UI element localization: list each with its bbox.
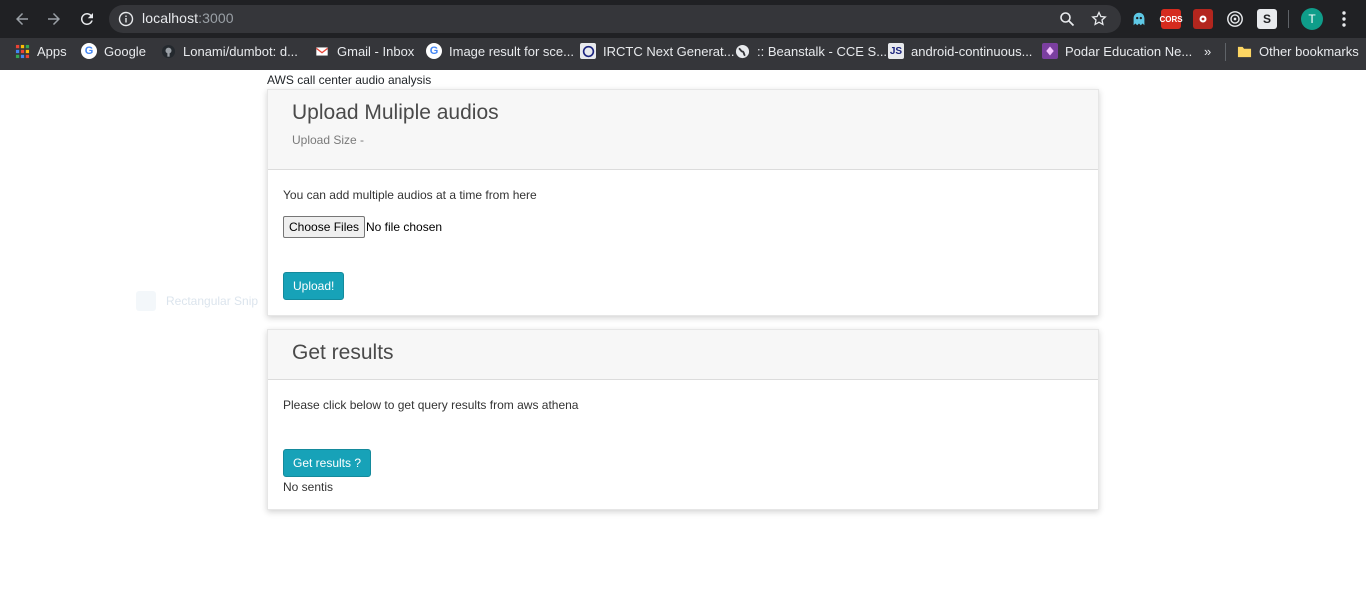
toolbar-divider <box>1288 10 1289 28</box>
bookmark-label: android-continuous... <box>911 43 1033 59</box>
choose-files-button[interactable]: Choose Files <box>283 216 366 238</box>
back-button[interactable] <box>11 8 33 30</box>
browser-toolbar: localhost:3000 CORS S T <box>0 0 1366 38</box>
s-extension-icon[interactable]: S <box>1257 9 1277 29</box>
gmail-icon <box>314 43 330 59</box>
results-output-text: No sentis <box>283 480 334 494</box>
puzzle-extension-icon[interactable] <box>1193 9 1213 29</box>
get-results-button[interactable]: Get results ? <box>283 449 372 477</box>
results-card-title: Get results <box>292 341 394 364</box>
bookmark-lonami-dumbot[interactable]: Lonami/dumbot: d... <box>160 38 298 64</box>
bookmark-other[interactable]: Other bookmarks <box>1236 38 1359 64</box>
bookmark-podar[interactable]: Podar Education Ne... <box>1042 38 1192 64</box>
google-icon: G <box>426 43 442 59</box>
folder-icon <box>1236 43 1252 59</box>
snip-label: Rectangular Snip <box>166 294 259 308</box>
upload-card-header: Upload Muliple audios Upload Size - <box>268 90 1098 170</box>
zoom-icon[interactable] <box>1059 11 1075 27</box>
url-text[interactable]: localhost:3000 <box>142 10 234 26</box>
ghost-extension-icon[interactable] <box>1129 9 1149 29</box>
upload-button[interactable]: Upload! <box>283 272 345 300</box>
bookmark-label: Other bookmarks <box>1259 43 1359 59</box>
upload-size-label: Upload Size - <box>292 133 365 147</box>
bookmark-apps[interactable]: Apps <box>14 38 67 64</box>
bookmark-label: :: Beanstalk - CCE S... <box>757 43 888 59</box>
upload-description: You can add multiple audios at a time fr… <box>283 188 537 202</box>
globe-icon <box>734 43 750 59</box>
bookmark-label: IRCTC Next Generat... <box>603 43 735 59</box>
app-title: AWS call center audio analysis <box>267 73 432 87</box>
target-extension-icon[interactable] <box>1225 9 1245 29</box>
arrow-left-icon <box>16 13 28 25</box>
forward-button[interactable] <box>43 8 65 30</box>
bookmarks-overflow-button[interactable]: » <box>1204 38 1211 64</box>
github-icon <box>160 43 176 59</box>
file-status-text: No file chosen <box>366 220 443 234</box>
site-icon: JS <box>888 43 904 59</box>
bookmark-android-continuous[interactable]: JS android-continuous... <box>888 38 1032 64</box>
apps-grid-icon <box>14 43 30 59</box>
upload-card: Upload Muliple audios Upload Size - You … <box>267 89 1099 316</box>
reload-button[interactable] <box>76 8 98 30</box>
snip-icon <box>136 291 156 311</box>
results-card-header: Get results <box>268 330 1098 380</box>
kebab-menu-icon[interactable] <box>1336 9 1352 29</box>
results-card-body: Please click below to get query results … <box>268 380 1098 510</box>
bookmark-label: Podar Education Ne... <box>1065 43 1193 59</box>
bookmark-irctc[interactable]: IRCTC Next Generat... <box>580 38 734 64</box>
results-description: Please click below to get query results … <box>283 398 579 412</box>
bookmark-image-result[interactable]: G Image result for sce... <box>426 38 574 64</box>
info-icon[interactable] <box>118 11 134 27</box>
bookmark-beanstalk[interactable]: :: Beanstalk - CCE S... <box>734 38 887 64</box>
snip-tool-ghost: Rectangular Snip <box>136 290 266 312</box>
profile-avatar[interactable]: T <box>1301 8 1323 30</box>
reload-icon <box>80 12 93 25</box>
bookmark-gmail[interactable]: Gmail - Inbox <box>314 38 414 64</box>
results-card: Get results Please click below to get qu… <box>267 329 1099 510</box>
bookmark-label: Gmail - Inbox <box>337 43 415 59</box>
bookmarks-divider <box>1225 43 1226 61</box>
bookmark-label: Lonami/dumbot: d... <box>183 43 298 59</box>
star-icon[interactable] <box>1091 11 1107 27</box>
bookmark-label: Google <box>104 43 146 59</box>
bookmarks-bar: Apps G Google Lonami/dumbot: d... Gmail … <box>0 38 1366 70</box>
arrow-right-icon <box>48 13 60 25</box>
address-bar[interactable]: localhost:3000 <box>109 5 1121 33</box>
bookmark-label: Apps <box>37 43 67 59</box>
irctc-icon <box>580 43 596 59</box>
upload-card-body: You can add multiple audios at a time fr… <box>268 170 1098 316</box>
google-icon: G <box>81 43 97 59</box>
podar-icon <box>1042 43 1058 59</box>
overflow-chevron-icon: » <box>1204 43 1212 59</box>
bookmark-label: Image result for sce... <box>449 43 574 59</box>
cors-extension-icon[interactable]: CORS <box>1159 9 1183 29</box>
bookmark-google[interactable]: G Google <box>81 38 146 64</box>
upload-card-title: Upload Muliple audios <box>292 101 499 124</box>
